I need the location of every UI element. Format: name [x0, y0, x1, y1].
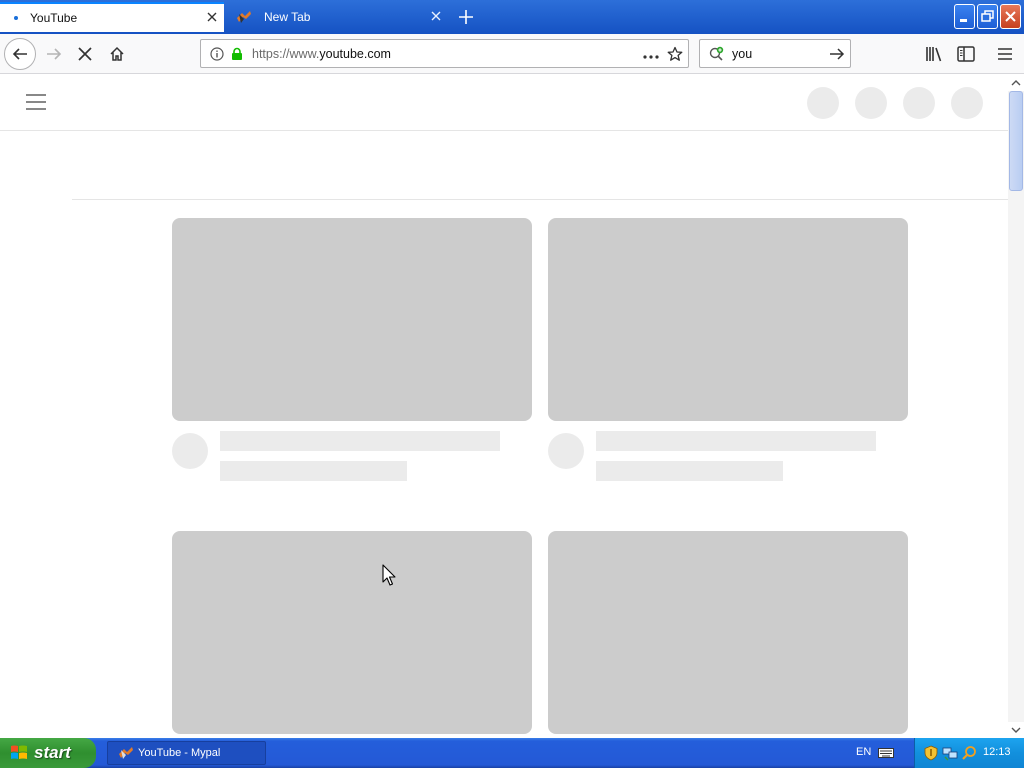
tab-label: YouTube	[30, 11, 78, 25]
search-tray-icon[interactable]	[961, 745, 977, 761]
close-tab-button[interactable]	[424, 2, 448, 32]
video-meta-placeholder	[220, 461, 407, 481]
video-thumbnail-placeholder	[172, 531, 532, 734]
tab-youtube[interactable]: YouTube	[0, 2, 224, 32]
new-tab-button[interactable]	[452, 4, 480, 30]
video-thumbnail-placeholder	[548, 531, 908, 734]
back-button[interactable]	[4, 38, 36, 70]
taskbar-item-label: YouTube - Mypal	[138, 747, 221, 759]
vertical-scrollbar[interactable]	[1008, 75, 1024, 738]
windows-logo-icon	[11, 745, 27, 759]
search-icon[interactable]	[708, 46, 726, 62]
home-icon	[110, 46, 124, 61]
tab-loading-icon	[14, 16, 18, 20]
video-title-placeholder	[220, 431, 500, 451]
back-arrow-icon	[12, 48, 27, 60]
minimize-icon	[960, 19, 967, 22]
info-icon[interactable]	[210, 46, 224, 61]
search-bar[interactable]	[699, 39, 851, 68]
masthead	[0, 75, 1008, 131]
mypal-icon	[119, 747, 133, 759]
clock: 12:13	[983, 746, 1011, 758]
video-meta-placeholder	[596, 461, 783, 481]
hamburger-menu-icon[interactable]	[994, 43, 1016, 65]
minimize-window-button[interactable]	[954, 4, 975, 29]
home-button[interactable]	[102, 39, 132, 69]
tab-label: New Tab	[264, 10, 311, 24]
channel-avatar-placeholder	[172, 433, 208, 469]
masthead-placeholder-icon	[807, 87, 839, 119]
close-icon	[431, 11, 441, 21]
go-arrow-icon	[830, 47, 845, 60]
scroll-down-button[interactable]	[1008, 722, 1024, 738]
channel-avatar-placeholder	[548, 433, 584, 469]
stop-loading-button[interactable]	[70, 39, 100, 69]
stop-icon	[78, 47, 92, 61]
restore-icon	[981, 10, 994, 22]
search-input[interactable]	[732, 46, 824, 61]
navigation-toolbar: https://www.youtube.com	[0, 34, 1024, 74]
video-title-placeholder	[596, 431, 876, 451]
security-shield-icon[interactable]	[923, 745, 939, 761]
chevron-down-icon	[1011, 727, 1021, 733]
plus-icon	[459, 10, 473, 24]
address-bar[interactable]: https://www.youtube.com	[200, 39, 689, 68]
more-icon	[643, 54, 659, 59]
scroll-thumb[interactable]	[1009, 91, 1023, 191]
chevron-up-icon	[1011, 80, 1021, 86]
keyboard-icon[interactable]	[878, 747, 894, 759]
tab-new-tab[interactable]: New Tab	[226, 2, 448, 32]
mouse-cursor-icon	[382, 564, 396, 586]
network-icon[interactable]	[942, 745, 958, 761]
forward-button[interactable]	[39, 39, 69, 69]
page-content	[0, 75, 1008, 738]
guide-menu-icon[interactable]	[25, 93, 47, 111]
url-prefix: https://www.	[252, 46, 320, 61]
language-indicator[interactable]: EN	[856, 746, 871, 758]
masthead-placeholder-icon	[903, 87, 935, 119]
masthead-placeholder-avatar	[951, 87, 983, 119]
star-icon	[667, 46, 683, 61]
url-domain: youtube.com	[319, 46, 391, 61]
bookmark-button[interactable]	[662, 46, 688, 62]
close-tab-button[interactable]	[200, 3, 224, 33]
page-actions-button[interactable]	[640, 46, 662, 62]
masthead-placeholder-icon	[855, 87, 887, 119]
chips-bar-placeholder	[72, 131, 1008, 200]
url-text[interactable]: https://www.youtube.com	[252, 47, 640, 61]
library-icon[interactable]	[923, 43, 945, 65]
forward-arrow-icon	[47, 48, 62, 60]
video-thumbnail-placeholder	[548, 218, 908, 421]
close-icon	[207, 12, 217, 22]
sidebar-icon[interactable]	[955, 43, 977, 65]
search-go-button[interactable]	[824, 47, 850, 61]
taskbar-item-mypal[interactable]: YouTube - Mypal	[107, 741, 266, 765]
system-tray: 12:13	[914, 738, 1024, 768]
restore-window-button[interactable]	[977, 4, 998, 29]
close-window-button[interactable]	[1000, 4, 1021, 29]
video-thumbnail-placeholder	[172, 218, 532, 421]
lock-icon[interactable]	[230, 47, 244, 61]
start-button[interactable]: start	[0, 738, 96, 768]
start-label: start	[34, 743, 71, 762]
mypal-icon	[237, 11, 251, 23]
scroll-up-button[interactable]	[1008, 75, 1024, 91]
tab-strip: YouTube New Tab	[0, 0, 1024, 34]
windows-taskbar: start YouTube - Mypal EN 12:13	[0, 738, 1024, 768]
close-icon	[1005, 11, 1016, 22]
